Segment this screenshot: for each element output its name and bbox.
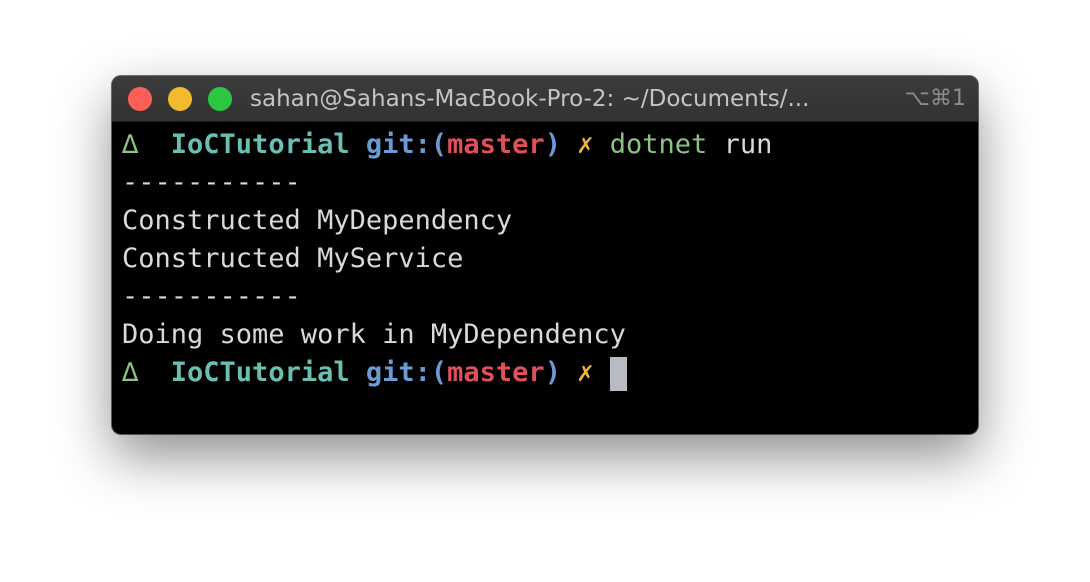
zoom-window-button[interactable] — [208, 87, 232, 111]
git-branch: master — [447, 129, 545, 160]
dirty-marker-icon: ✗ — [577, 129, 594, 160]
output-line: ----------- — [122, 281, 301, 312]
window-shortcut: ⌥⌘1 — [904, 86, 966, 111]
minimize-window-button[interactable] — [168, 87, 192, 111]
output-line: Constructed MyService — [122, 243, 464, 274]
title-bar[interactable]: sahan@Sahans-MacBook-Pro-2: ~/Documents/… — [112, 76, 978, 122]
command-name: dotnet — [609, 129, 708, 160]
close-window-button[interactable] — [128, 87, 152, 111]
git-prefix: git:( — [365, 357, 448, 388]
prompt-triangle-icon: ∆ — [122, 357, 139, 388]
git-prefix: git:( — [365, 129, 448, 160]
prompt-line: ∆ IoCTutorial git:(master) ✗ dotnet run — [122, 126, 968, 164]
prompt-line: ∆ IoCTutorial git:(master) ✗ — [122, 354, 968, 392]
output-line: Constructed MyDependency — [122, 205, 513, 236]
command-argument: run — [723, 129, 773, 160]
terminal-window[interactable]: sahan@Sahans-MacBook-Pro-2: ~/Documents/… — [112, 76, 978, 434]
dirty-marker-icon: ✗ — [577, 357, 594, 388]
git-suffix: ) — [544, 129, 561, 160]
output-line: ----------- — [122, 167, 301, 198]
prompt-directory: IoCTutorial — [170, 129, 350, 160]
prompt-directory: IoCTutorial — [170, 357, 350, 388]
output-line: Doing some work in MyDependency — [122, 319, 626, 350]
window-title: sahan@Sahans-MacBook-Pro-2: ~/Documents/… — [250, 86, 810, 112]
git-suffix: ) — [544, 357, 561, 388]
text-cursor[interactable] — [609, 356, 627, 391]
terminal-content[interactable]: ∆ IoCTutorial git:(master) ✗ dotnet run … — [122, 126, 968, 426]
prompt-triangle-icon: ∆ — [122, 129, 139, 160]
git-branch: master — [447, 357, 545, 388]
